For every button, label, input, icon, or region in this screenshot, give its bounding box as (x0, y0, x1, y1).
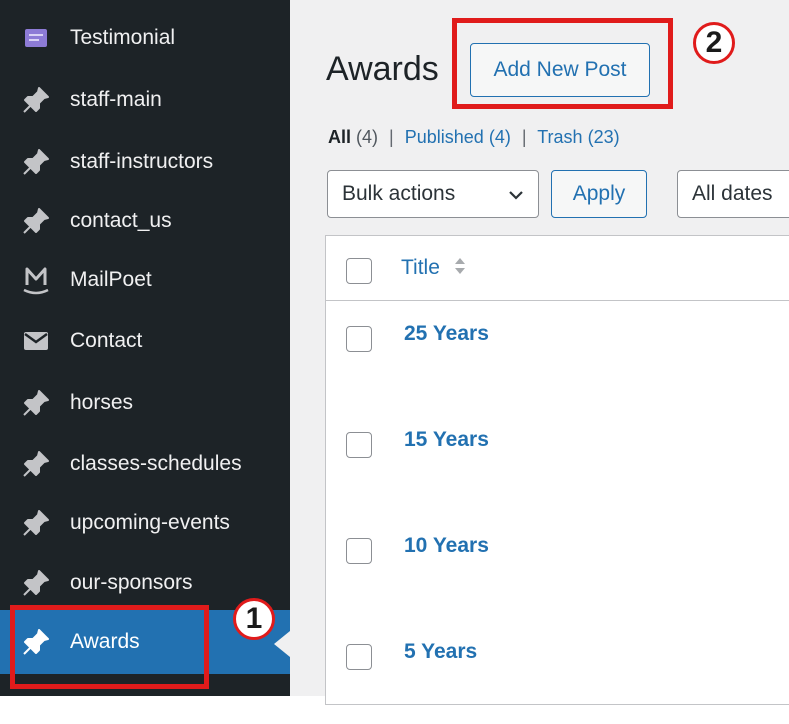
filter-published-link[interactable]: Published (405, 127, 484, 147)
post-title-link[interactable]: 15 Years (404, 428, 489, 452)
pin-icon (20, 448, 52, 480)
filter-separator: | (389, 127, 394, 147)
dates-filter-value: All dates (692, 182, 773, 205)
sidebar-item-label: Testimonial (70, 26, 176, 49)
active-menu-arrow (274, 631, 290, 657)
mailpoet-icon (20, 264, 52, 296)
post-title-link[interactable]: 25 Years (404, 322, 489, 346)
testimonial-icon (20, 22, 52, 54)
pin-icon (20, 567, 52, 599)
filter-trash-count: (23) (587, 127, 620, 147)
step-marker-2: 2 (693, 22, 735, 64)
row-checkbox[interactable] (346, 644, 372, 670)
post-title-link[interactable]: 10 Years (404, 534, 489, 558)
column-header-title[interactable]: Title (401, 256, 440, 280)
sort-icon[interactable] (454, 254, 466, 283)
highlight-box-awards (10, 605, 209, 689)
filter-all-count: (4) (356, 127, 379, 147)
sidebar-item-staff-main[interactable]: staff-main (0, 72, 290, 128)
sidebar-item-horses[interactable]: horses (0, 375, 290, 431)
row-checkbox[interactable] (346, 538, 372, 564)
pin-icon (20, 387, 52, 419)
pin-icon (20, 205, 52, 237)
sidebar-item-contact-us[interactable]: contact_us (0, 193, 290, 249)
sidebar-item-label: contact_us (70, 209, 172, 232)
table-row: 5 Years (326, 618, 789, 724)
sidebar-item-staff-instructors[interactable]: staff-instructors (0, 134, 290, 190)
sidebar-item-label: staff-main (70, 88, 162, 111)
sidebar-item-classes-schedules[interactable]: classes-schedules (0, 436, 290, 492)
filter-all-link[interactable]: All (328, 127, 351, 147)
bulk-actions-select[interactable]: Bulk actions (327, 170, 539, 218)
table-row: 25 Years (326, 300, 789, 406)
sidebar-item-label: our-sponsors (70, 571, 193, 594)
row-checkbox[interactable] (346, 326, 372, 352)
filter-published-count: (4) (488, 127, 511, 147)
pin-icon (20, 507, 52, 539)
sidebar-item-contact[interactable]: Contact (0, 313, 290, 369)
step-marker-1: 1 (233, 598, 275, 640)
filter-separator: | (521, 127, 527, 147)
sidebar-item-label: classes-schedules (70, 452, 242, 475)
pin-icon (20, 84, 52, 116)
posts-table: Title 25 Years 15 Years 10 Years 5 Years (325, 235, 789, 705)
pin-icon (20, 146, 52, 178)
chevron-down-icon (508, 185, 524, 209)
envelope-icon (20, 325, 52, 357)
sidebar-item-label: staff-instructors (70, 150, 214, 173)
table-row: 10 Years (326, 512, 789, 618)
select-all-checkbox[interactable] (346, 258, 372, 284)
highlight-box-add-new (452, 18, 673, 109)
bulk-actions-value: Bulk actions (342, 182, 456, 205)
dates-filter-select[interactable]: All dates (677, 170, 789, 218)
filter-trash-link[interactable]: Trash (537, 127, 582, 147)
sidebar-item-label: upcoming-events (70, 511, 230, 534)
apply-button[interactable]: Apply (551, 170, 647, 218)
admin-sidebar: Testimonial staff-main staff-instructors… (0, 0, 290, 696)
page-title: Awards (326, 50, 439, 88)
post-status-filters: All (4) | Published (4) | Trash (23) (328, 127, 620, 148)
table-row: 15 Years (326, 406, 789, 512)
sidebar-item-testimonial[interactable]: Testimonial (0, 10, 290, 66)
sidebar-item-label: horses (70, 391, 134, 414)
table-header: Title (326, 236, 789, 301)
post-title-link[interactable]: 5 Years (404, 640, 477, 664)
sidebar-item-label: MailPoet (70, 268, 152, 291)
sidebar-item-label: Contact (70, 329, 143, 352)
sidebar-item-mailpoet[interactable]: MailPoet (0, 252, 290, 308)
sidebar-item-upcoming-events[interactable]: upcoming-events (0, 495, 290, 551)
row-checkbox[interactable] (346, 432, 372, 458)
